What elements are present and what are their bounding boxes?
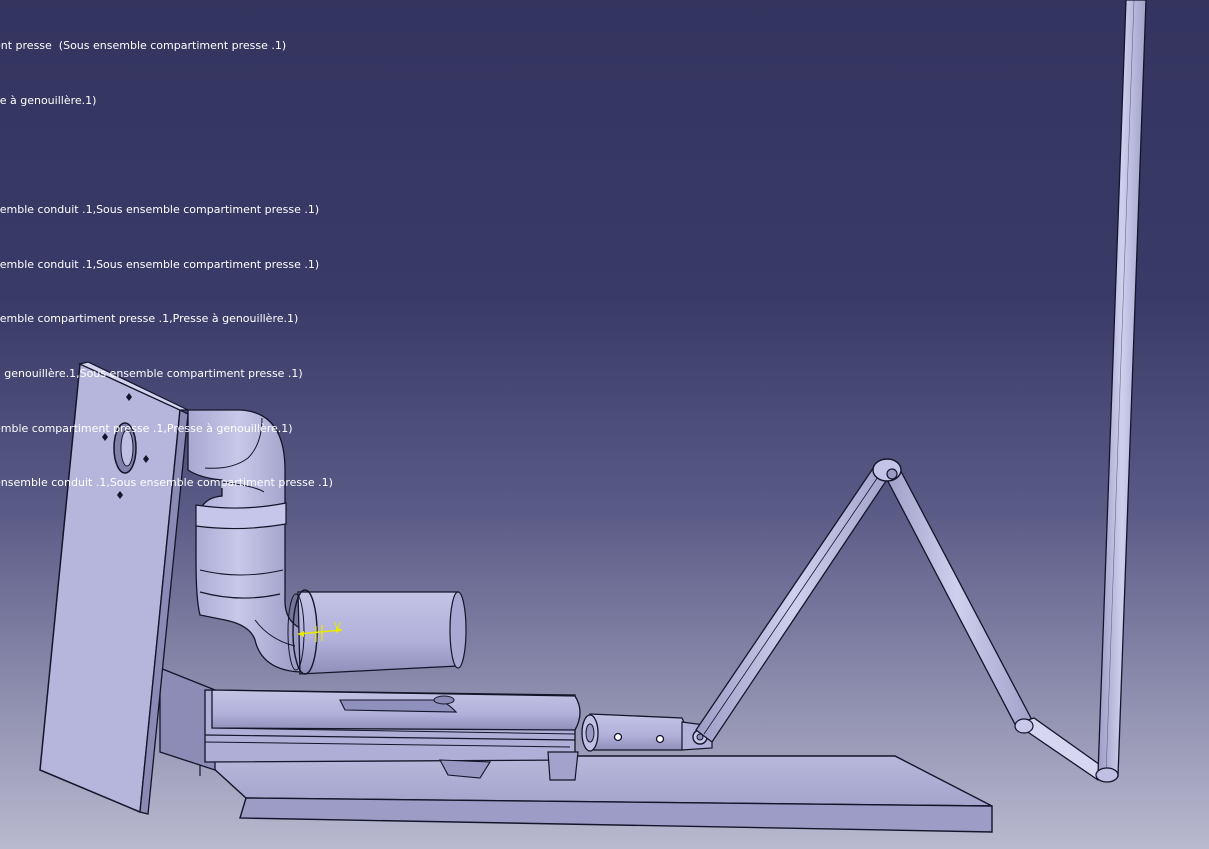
axis-label: V	[334, 621, 341, 632]
constraint-line: semble conduit .1,Sous ensemble comparti…	[0, 257, 320, 271]
toggle-link-upper[interactable]	[881, 461, 1033, 731]
constraint-line: emble compartiment presse .1,Presse à ge…	[0, 421, 293, 435]
constraint-line: ensemble conduit .1,Sous ensemble compar…	[0, 476, 333, 490]
constraint-line	[0, 147, 333, 165]
press-cylinder[interactable]	[211, 689, 581, 735]
toggle-link-lower[interactable]	[695, 463, 893, 743]
constraint-line: ent presse (Sous ensemble compartiment p…	[0, 39, 287, 53]
piston-coupling[interactable]	[581, 713, 713, 752]
constraint-line: à genouillère.1,Sous ensemble compartime…	[0, 366, 303, 380]
toggle-joint[interactable]	[872, 458, 902, 482]
base-plate[interactable]	[198, 755, 993, 833]
constraint-line: se à genouillère.1)	[0, 94, 97, 107]
constraint-line: semble conduit .1,Sous ensemble comparti…	[0, 203, 320, 217]
constraint-line: semble compartiment presse .1,Presse à g…	[0, 312, 299, 326]
3d-viewport[interactable]: ent presse (Sous ensemble compartiment p…	[0, 0, 1209, 849]
constraints-text-overlay: ent presse (Sous ensemble compartiment p…	[0, 1, 333, 529]
press-lever-handle[interactable]	[1014, 0, 1147, 783]
